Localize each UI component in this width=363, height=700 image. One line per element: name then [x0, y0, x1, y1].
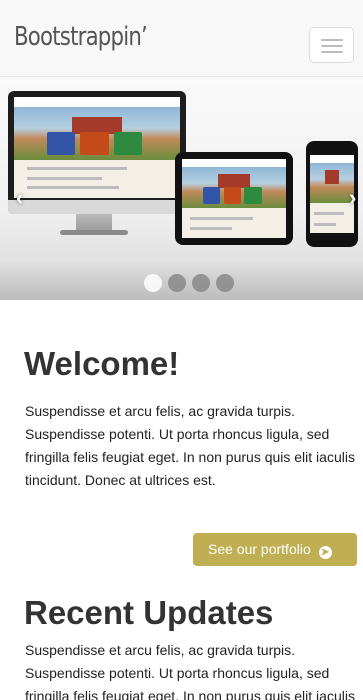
- welcome-text: Suspendisse et arcu felis, ac gravida tu…: [25, 403, 355, 488]
- chevron-right-icon[interactable]: ›: [349, 185, 356, 211]
- menu-bar: [321, 45, 343, 47]
- welcome-heading: Welcome!: [24, 345, 180, 382]
- circle-arrow-right-icon: ➤: [318, 546, 332, 559]
- desktop-monitor-image: [8, 91, 186, 214]
- navbar: Bootstrappin’: [0, 0, 363, 77]
- hamburger-menu-icon[interactable]: [309, 27, 354, 63]
- menu-bar: [321, 51, 343, 53]
- see-portfolio-label: See our portfolio: [208, 541, 311, 557]
- carousel-indicator[interactable]: [144, 274, 162, 292]
- recent-updates-text: Suspendisse et arcu felis, ac gravida tu…: [25, 642, 355, 700]
- recent-updates-heading: Recent Updates: [24, 594, 274, 631]
- menu-bar: [321, 39, 343, 41]
- tablet-image: [175, 152, 293, 245]
- carousel-indicator[interactable]: [216, 274, 234, 292]
- carousel-indicator[interactable]: [192, 274, 210, 292]
- hero-carousel: ‹ ›: [0, 77, 363, 300]
- see-portfolio-button[interactable]: See our portfolio ➤: [193, 533, 357, 566]
- chevron-left-icon[interactable]: ‹: [16, 185, 23, 211]
- carousel-indicator[interactable]: [168, 274, 186, 292]
- brand-logo[interactable]: Bootstrappin’: [14, 22, 148, 52]
